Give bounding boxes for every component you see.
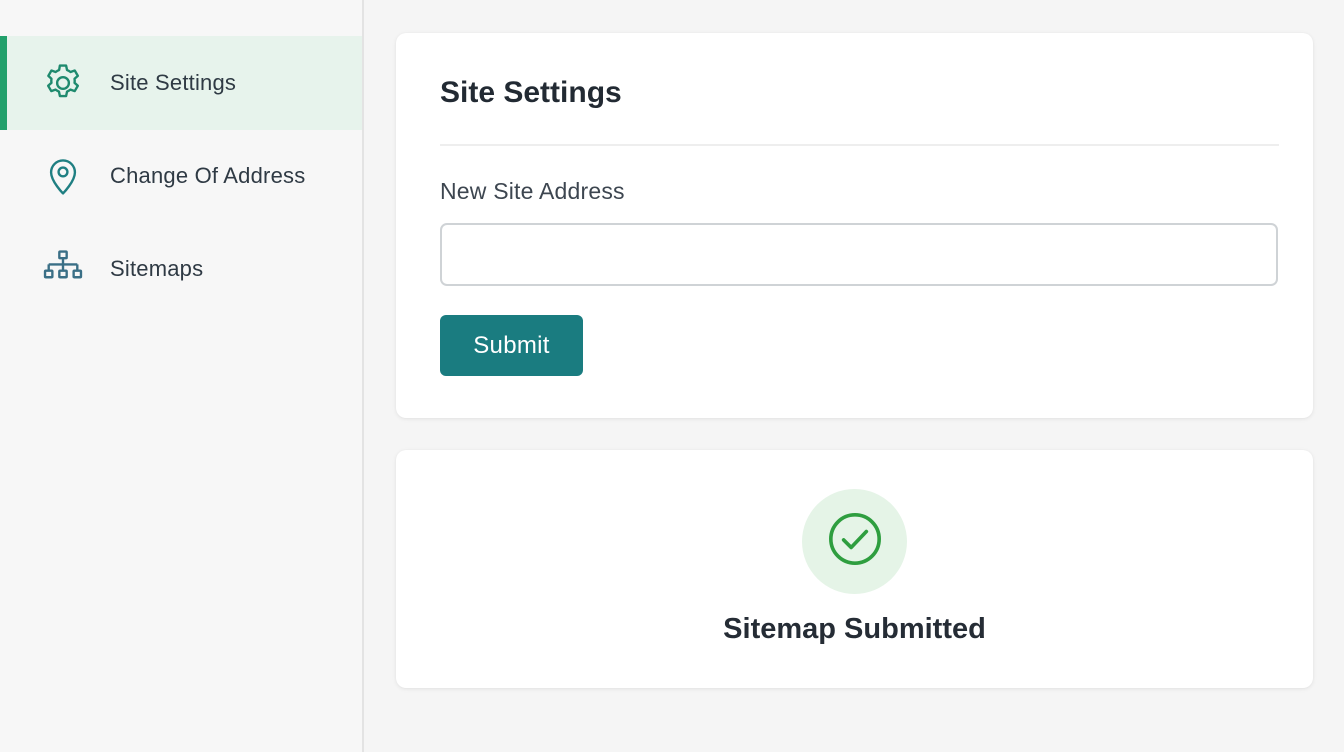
- sidebar-item-label: Change Of Address: [110, 163, 306, 188]
- sitemap-icon: [40, 246, 86, 292]
- sitemap-status-card: Sitemap Submitted: [396, 450, 1313, 688]
- sidebar-item-site-settings[interactable]: Site Settings: [0, 36, 362, 130]
- gear-icon: [40, 60, 86, 106]
- new-site-address-input[interactable]: [440, 223, 1278, 286]
- sidebar-item-label: Sitemaps: [110, 256, 204, 281]
- submit-button[interactable]: Submit: [440, 315, 583, 376]
- sidebar-item-label: Site Settings: [110, 70, 237, 95]
- sidebar-item-sitemaps[interactable]: Sitemaps: [0, 222, 362, 316]
- new-site-address-label: New Site Address: [440, 178, 625, 204]
- status-badge: [802, 489, 907, 594]
- map-pin-icon: [40, 153, 86, 199]
- sidebar-item-change-of-address[interactable]: Change Of Address: [0, 129, 362, 223]
- check-circle-icon: [826, 510, 884, 573]
- app-window: Site Settings Change Of Address Sitemaps…: [0, 0, 1344, 752]
- divider: [440, 144, 1279, 146]
- site-settings-card: Site Settings New Site Address Submit: [396, 33, 1313, 418]
- sidebar: Site Settings Change Of Address Sitemaps: [0, 0, 364, 752]
- page-title: Site Settings: [440, 76, 622, 109]
- status-message: Sitemap Submitted: [723, 613, 986, 645]
